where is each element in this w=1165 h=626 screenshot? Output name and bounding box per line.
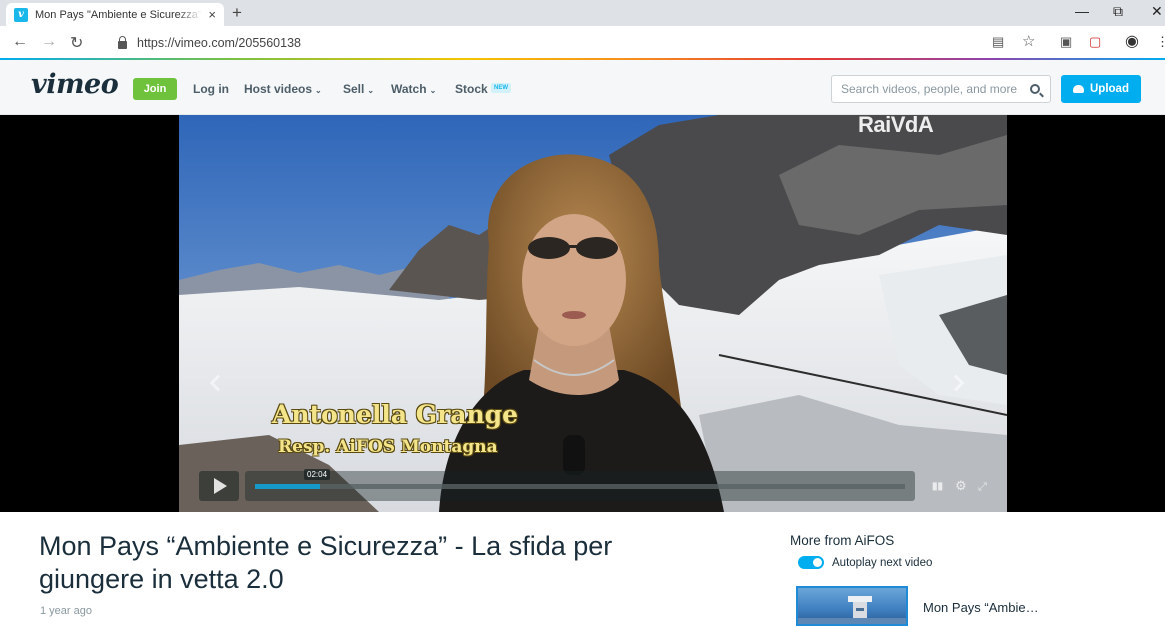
- search-input[interactable]: [841, 82, 1023, 96]
- chevron-down-icon: ⌄: [367, 86, 375, 95]
- lower-third-name: Antonella Grange: [272, 400, 519, 429]
- extension-icon[interactable]: ▣: [1060, 34, 1072, 50]
- vimeo-favicon-icon: v: [14, 7, 28, 22]
- profile-icon[interactable]: ◉: [1125, 31, 1139, 51]
- search-icon[interactable]: [1030, 84, 1040, 94]
- site-header: vimeo Join Log in Host videos ⌄ Sell ⌄ Wat…: [0, 60, 1165, 115]
- translate-icon[interactable]: ▤: [992, 34, 1004, 50]
- lower-third-role: Resp. AiFOS Montagna: [278, 437, 498, 457]
- chevron-down-icon: ⌄: [315, 86, 322, 95]
- nav-stock[interactable]: Stock: [455, 82, 488, 96]
- sidebar-title: More from AiFOS: [790, 533, 895, 548]
- fullscreen-icon[interactable]: ⤢: [978, 481, 987, 494]
- cloud-upload-icon: [1073, 85, 1084, 93]
- bookmark-star-icon[interactable]: ☆: [1022, 32, 1035, 50]
- back-icon[interactable]: ←: [12, 33, 28, 51]
- forward-icon[interactable]: →: [41, 33, 57, 51]
- related-video-title[interactable]: Mon Pays “Ambie…: [923, 600, 1039, 615]
- nav-login[interactable]: Log in: [193, 82, 229, 96]
- reload-icon[interactable]: ↻: [70, 33, 83, 53]
- close-window-icon[interactable]: ✕: [1151, 3, 1163, 20]
- thumbnail-image: [798, 596, 906, 624]
- video-player[interactable]: [0, 115, 1165, 512]
- lock-icon: [118, 35, 127, 49]
- broadcaster-watermark: RaiVdA: [858, 112, 934, 137]
- new-badge: NEW: [491, 83, 511, 93]
- upload-label: Upload: [1090, 83, 1129, 95]
- progress-fill: [255, 484, 320, 489]
- related-video-thumbnail[interactable]: [796, 586, 908, 626]
- restore-icon[interactable]: ⧉: [1113, 3, 1123, 20]
- nav-host-videos[interactable]: Host videos ⌄: [244, 82, 322, 96]
- nav-watch[interactable]: Watch ⌄: [391, 82, 436, 96]
- current-time: 02:04: [304, 469, 331, 480]
- upload-button[interactable]: Upload: [1061, 75, 1141, 103]
- browser-tab[interactable]: v Mon Pays "Ambiente e Sicurezza" - La s…: [6, 3, 224, 26]
- nav-login-label: Log in: [193, 82, 229, 96]
- tab-close-icon[interactable]: ×: [208, 7, 216, 22]
- autoplay-control: Autoplay next video: [798, 556, 932, 569]
- video-posted-date: 1 year ago: [40, 605, 92, 617]
- nav-watch-label: Watch: [391, 82, 427, 96]
- search-box: [831, 75, 1051, 103]
- tab-title: Mon Pays "Ambiente e Sicurezza" - La sfi…: [35, 8, 202, 21]
- nav-host-videos-label: Host videos: [244, 82, 313, 96]
- menu-icon[interactable]: ⋮: [1156, 34, 1165, 50]
- join-button[interactable]: Join: [133, 78, 177, 100]
- progress-track: [255, 484, 905, 489]
- browser-tabstrip: v Mon Pays "Ambiente e Sicurezza" - La s…: [0, 0, 1165, 26]
- play-button[interactable]: [199, 471, 239, 501]
- browser-toolbar: ← → ↻ https://vimeo.com/205560138 ▤ ☆ ▣ …: [0, 26, 1165, 59]
- volume-icon[interactable]: ▮▮: [932, 481, 943, 492]
- url-text: https://vimeo.com/205560138: [137, 35, 301, 50]
- nav-stock-label: Stock: [455, 82, 488, 96]
- autoplay-label: Autoplay next video: [832, 556, 933, 569]
- nav-sell-label: Sell: [343, 82, 365, 96]
- new-tab-button[interactable]: +: [232, 3, 242, 23]
- minimize-icon[interactable]: —: [1075, 3, 1089, 19]
- address-bar[interactable]: https://vimeo.com/205560138: [100, 30, 970, 55]
- settings-gear-icon[interactable]: ⚙: [955, 478, 967, 494]
- pocket-icon[interactable]: ▢: [1089, 34, 1101, 50]
- nav-sell[interactable]: Sell ⌄: [343, 82, 374, 96]
- vimeo-logo[interactable]: vimeo: [31, 69, 119, 100]
- video-title: Mon Pays “Ambiente e Sicurezza” - La sfi…: [39, 531, 613, 594]
- chevron-down-icon: ⌄: [429, 86, 437, 95]
- progress-bar[interactable]: [245, 471, 915, 501]
- autoplay-toggle[interactable]: [798, 556, 824, 569]
